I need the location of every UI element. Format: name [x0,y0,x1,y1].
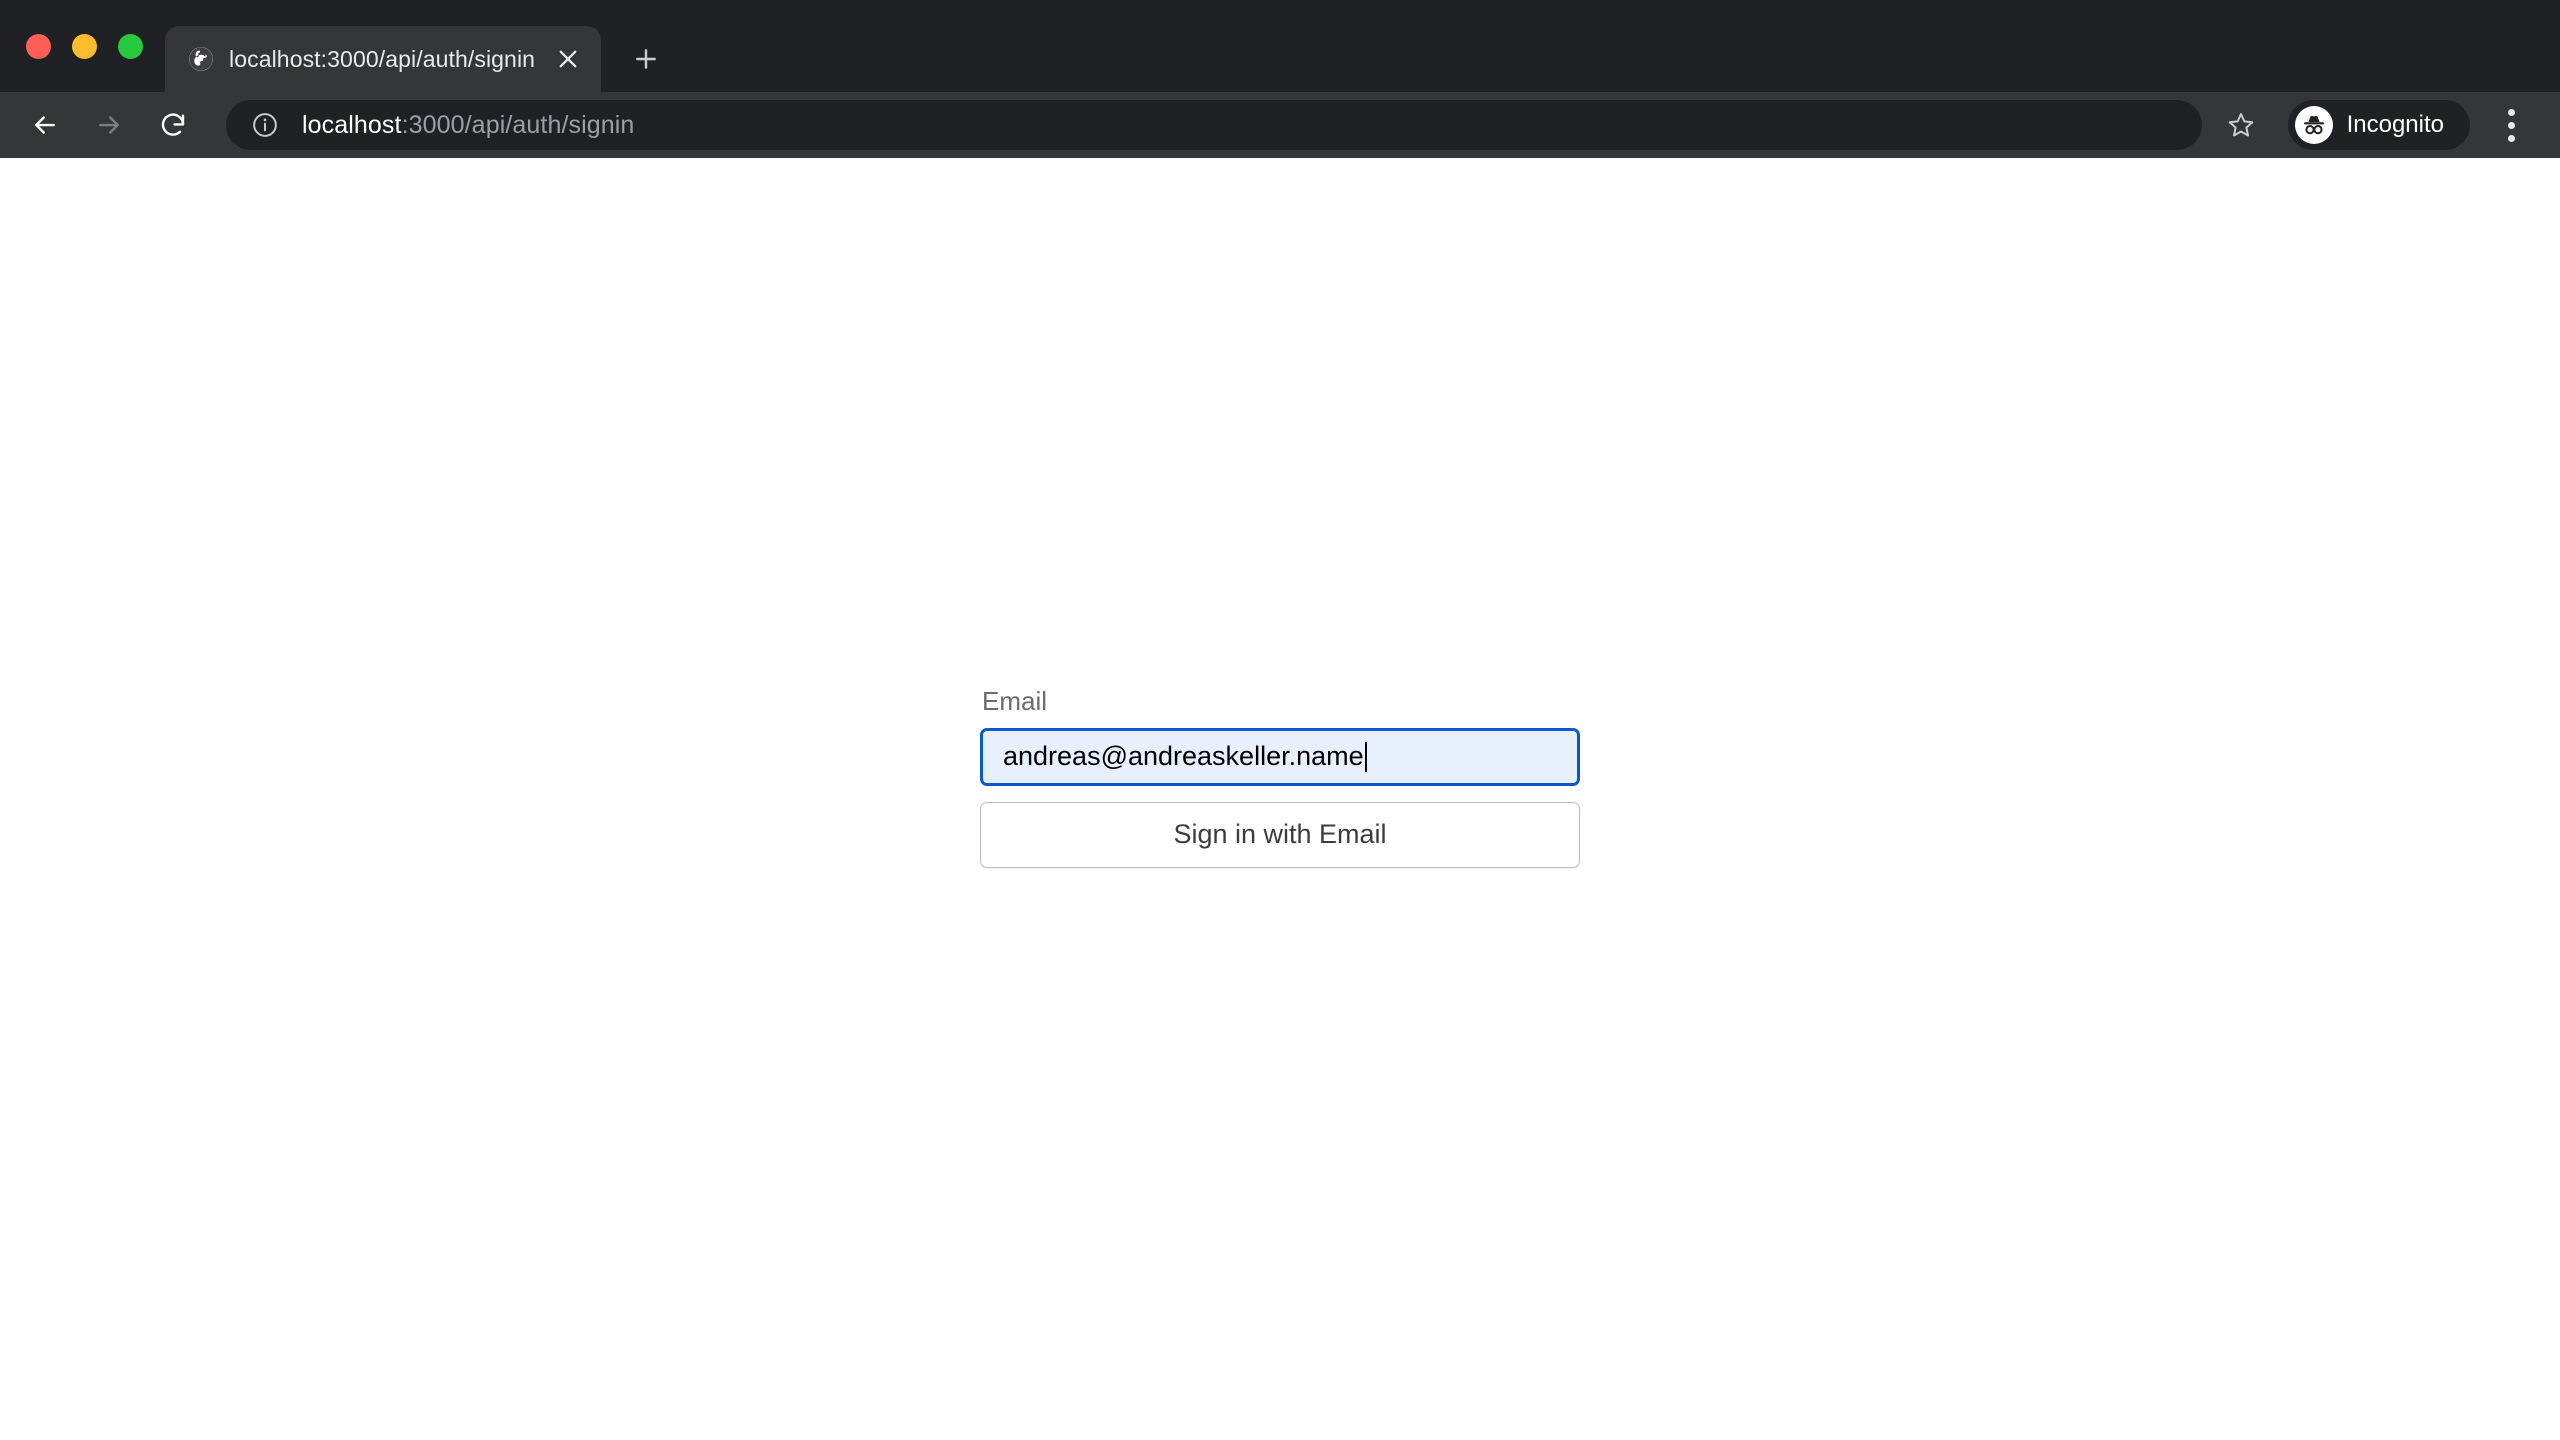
info-circle-icon[interactable] [250,110,280,140]
incognito-icon [2294,106,2333,144]
text-caret [1364,741,1367,772]
reload-button[interactable] [144,96,202,154]
browser-toolbar: localhost:3000/api/auth/signin Incognito [0,92,2560,158]
reload-icon [161,113,185,136]
address-bar[interactable]: localhost:3000/api/auth/signin [226,100,2202,150]
globe-icon [187,45,215,73]
tab-title: localhost:3000/api/auth/signin [229,45,536,72]
close-icon[interactable] [549,40,587,78]
window-minimize-button[interactable] [72,33,97,59]
new-tab-button[interactable] [619,32,673,86]
sign-in-with-email-button[interactable]: Sign in with Email [980,801,1580,868]
window-close-button[interactable] [26,33,51,59]
email-signin-form: Email andreas@andreaskeller.name Sign in… [980,686,1580,868]
star-icon [2228,113,2253,137]
back-button[interactable] [16,96,74,154]
email-input[interactable]: andreas@andreaskeller.name [980,727,1580,786]
bookmark-button[interactable] [2214,98,2268,152]
browser-window: localhost:3000/api/auth/signin localhost… [0,0,2560,1440]
menu-dot [2507,134,2515,142]
browser-tab-active[interactable]: localhost:3000/api/auth/signin [165,26,602,92]
window-zoom-button[interactable] [118,33,143,59]
menu-dot [2507,121,2515,129]
window-traffic-lights [0,0,165,92]
profile-label: Incognito [2346,111,2444,138]
page-viewport: Email andreas@andreaskeller.name Sign in… [0,158,2560,1440]
arrow-right-icon [99,116,119,134]
three-dot-menu-icon[interactable] [2484,98,2538,152]
email-input-value: andreas@andreaskeller.name [1003,743,1364,771]
tab-strip: localhost:3000/api/auth/signin [0,0,2560,92]
forward-button [80,96,138,154]
url-host: localhost [302,110,402,139]
menu-dots [2507,108,2515,142]
arrow-left-icon [35,116,55,134]
profile-incognito-chip[interactable]: Incognito [2287,100,2470,150]
signin-page: Email andreas@andreaskeller.name Sign in… [0,158,2560,1440]
menu-dot [2507,108,2515,116]
url-path: :3000/api/auth/signin [401,110,635,139]
email-field-label: Email [982,686,1048,717]
address-bar-url: localhost:3000/api/auth/signin [302,111,2186,140]
